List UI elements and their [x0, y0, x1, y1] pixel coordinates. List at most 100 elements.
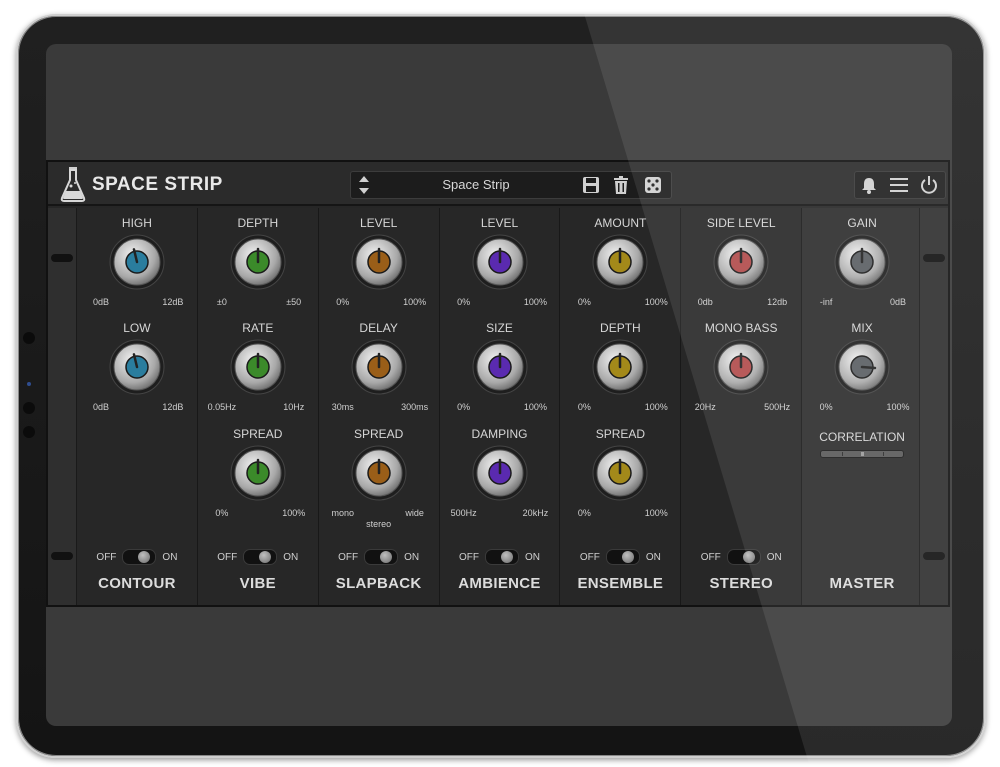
toggle-on-label: ON: [404, 551, 420, 563]
knob[interactable]: [229, 444, 287, 502]
toggle-on-label: ON: [283, 551, 299, 563]
param-level: LEVEL 0% 100%: [440, 216, 560, 316]
dice-icon[interactable]: [643, 175, 663, 195]
knob[interactable]: [229, 233, 287, 291]
param-label: LEVEL: [480, 216, 519, 230]
bypass-switch[interactable]: [364, 549, 399, 565]
range-max-label: 10Hz: [283, 402, 305, 412]
param-label: SIDE LEVEL: [706, 216, 776, 230]
switch-thumb[interactable]: [138, 551, 151, 563]
knob[interactable]: [712, 338, 770, 396]
module-ensemble: AMOUNT 0% 100% DEPTH 0% 100% SPREAD 0% 100% OFF ON…: [560, 208, 682, 605]
switch-thumb[interactable]: [501, 551, 513, 563]
range-max-label: 12db: [767, 297, 788, 307]
param-spread: SPREAD 0% 100%: [198, 427, 318, 527]
range-min-label: 0.05Hz: [207, 402, 237, 412]
bypass-switch[interactable]: [485, 549, 519, 565]
range-max-label: 20kHz: [522, 508, 549, 518]
knob[interactable]: [350, 444, 408, 502]
knob[interactable]: [108, 338, 166, 396]
meter-tick: [882, 452, 884, 456]
range-max-label: 100%: [403, 297, 427, 307]
toggle-off-label: OFF: [700, 551, 721, 563]
switch-thumb[interactable]: [621, 551, 634, 563]
switch-thumb[interactable]: [742, 551, 755, 563]
knob[interactable]: [471, 233, 529, 291]
range-max-label: 100%: [644, 297, 668, 307]
knob[interactable]: [229, 338, 287, 396]
param-gain: GAIN -inf 0dB: [802, 216, 922, 316]
bypass-toggle-row: OFF ON: [198, 549, 318, 565]
knob[interactable]: [471, 338, 529, 396]
param-mix: MIX 0% 100%: [802, 321, 922, 421]
knob[interactable]: [833, 233, 891, 291]
module-stereo: SIDE LEVEL 0db 12db MONO BASS 20Hz 500Hz OFF ON…: [681, 208, 803, 605]
bypass-toggle-row: OFF ON: [440, 549, 560, 565]
module-title: ENSEMBLE: [577, 575, 664, 592]
knob[interactable]: [591, 338, 649, 396]
toggle-off-label: OFF: [579, 551, 600, 563]
preset-selector[interactable]: Space Strip: [350, 171, 672, 199]
module-title: AMBIENCE: [458, 575, 541, 592]
range-min-label: 30ms: [331, 402, 354, 412]
toggle-on-label: ON: [766, 551, 782, 563]
module-title: SLAPBACK: [335, 575, 422, 592]
knob[interactable]: [471, 444, 529, 502]
switch-thumb[interactable]: [259, 551, 272, 563]
trash-icon[interactable]: [611, 175, 631, 195]
param-label: SPREAD: [353, 427, 404, 441]
knob[interactable]: [350, 233, 408, 291]
bypass-switch[interactable]: [726, 549, 761, 565]
range-max-label: 500Hz: [764, 402, 791, 412]
param-label: HIGH: [121, 216, 152, 230]
param-label: SPREAD: [595, 427, 646, 441]
bypass-toggle-row: OFF ON: [77, 549, 197, 565]
bell-icon[interactable]: [859, 175, 879, 195]
top-right-controls: [854, 171, 946, 199]
range-max-label: 100%: [644, 508, 668, 518]
knob[interactable]: [108, 233, 166, 291]
range-min-label: ±0: [216, 297, 227, 307]
bypass-switch[interactable]: [122, 549, 157, 565]
save-icon[interactable]: [581, 175, 601, 195]
range-min-label: 0db: [697, 297, 713, 307]
range-min-label: 0%: [457, 297, 471, 307]
range-max-label: 12dB: [162, 402, 184, 412]
knob[interactable]: [591, 444, 649, 502]
range-min-label: 0%: [577, 297, 591, 307]
power-icon[interactable]: [919, 175, 939, 195]
up-down-arrows-icon[interactable]: [357, 174, 371, 196]
param-spread: SPREAD 0% 100%: [560, 427, 680, 527]
switch-thumb[interactable]: [380, 551, 393, 563]
param-label: MIX: [851, 321, 873, 335]
module-contour: HIGH 0dB 12dB LOW 0dB 12dB OFF ON CONTOUR: [77, 208, 198, 605]
param-low: LOW 0dB 12dB: [77, 321, 197, 421]
right-rail: [919, 208, 948, 605]
preset-name[interactable]: Space Strip: [391, 177, 561, 192]
menu-icon[interactable]: [889, 175, 909, 195]
range-max-label: 100%: [886, 402, 910, 412]
range-min-label: 20Hz: [694, 402, 716, 412]
bypass-switch[interactable]: [243, 549, 278, 565]
range-min-label: 0%: [577, 402, 591, 412]
side-indicator: [27, 382, 31, 386]
module-vibe: DEPTH ±0 ±50 RATE 0.05Hz 10Hz SPREAD 0% 100% OFF O…: [197, 208, 319, 605]
param-size: SIZE 0% 100%: [440, 321, 560, 421]
knob[interactable]: [350, 338, 408, 396]
param-label: MONO BASS: [704, 321, 778, 335]
param-high: HIGH 0dB 12dB: [77, 216, 197, 316]
bypass-switch[interactable]: [605, 549, 640, 565]
range-min-label: 0%: [457, 402, 471, 412]
knob[interactable]: [712, 233, 770, 291]
knob[interactable]: [591, 233, 649, 291]
side-button: [23, 426, 35, 438]
module-master: GAIN -inf 0dB MIX 0% 100% CORRELATION MASTER: [802, 208, 923, 605]
range-max-label: 100%: [523, 297, 547, 307]
param-label: AMOUNT: [594, 216, 647, 230]
top-bar: SPACE STRIP Space Strip: [48, 162, 948, 206]
side-button: [23, 332, 35, 344]
range-mid-label: stereo: [366, 519, 392, 529]
toggle-on-label: ON: [645, 551, 661, 563]
range-max-label: 100%: [644, 402, 668, 412]
knob[interactable]: [833, 338, 891, 396]
